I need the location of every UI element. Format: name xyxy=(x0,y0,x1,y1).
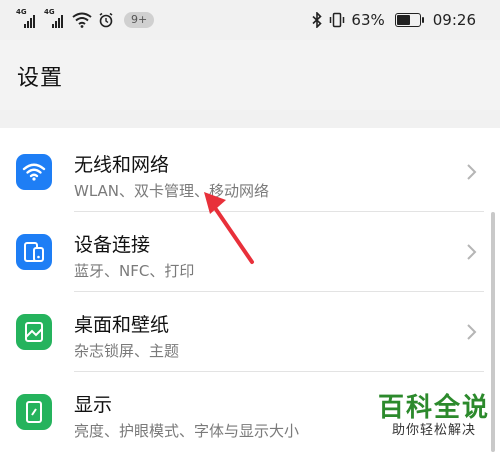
battery-level-fill xyxy=(396,15,410,25)
signal-icon: 4G xyxy=(16,8,38,28)
settings-item-subtitle: 蓝牙、NFC、打印 xyxy=(74,262,195,280)
vibrate-icon xyxy=(330,12,345,28)
chevron-right-icon xyxy=(467,244,477,260)
status-right: 63% 09:26 xyxy=(311,9,476,31)
settings-item-subtitle: WLAN、双卡管理、移动网络 xyxy=(74,182,270,200)
settings-item-label: 显示 xyxy=(74,394,113,416)
settings-item-subtitle: 亮度、护眼模式、字体与显示大小 xyxy=(74,422,300,440)
settings-item-wireless-network[interactable]: 无线和网络 WLAN、双卡管理、移动网络 xyxy=(0,132,500,212)
page-title: 设置 xyxy=(17,66,64,91)
battery-icon xyxy=(394,13,424,27)
settings-item-home-wallpaper[interactable]: 桌面和壁纸 杂志锁屏、主题 xyxy=(0,292,500,372)
signal-icon: 4G xyxy=(44,8,66,28)
chevron-right-icon xyxy=(467,324,477,340)
chevron-right-icon xyxy=(467,164,477,180)
settings-item-label: 无线和网络 xyxy=(74,154,170,176)
wallpaper-icon xyxy=(16,314,52,350)
bluetooth-icon xyxy=(312,12,323,28)
settings-item-device-connection[interactable]: 设备连接 蓝牙、NFC、打印 xyxy=(0,212,500,292)
watermark-tagline: 助你轻松解决 xyxy=(391,423,476,438)
notification-count-badge: 9+ xyxy=(124,12,155,28)
watermark-logo: 百科全说 助你轻松解决 xyxy=(374,393,494,439)
wifi-icon xyxy=(16,154,52,190)
device-connect-icon xyxy=(16,234,52,270)
settings-item-label: 桌面和壁纸 xyxy=(74,314,170,336)
wifi-icon xyxy=(72,12,92,28)
status-bar: 4G 4G 9+ 63% 09:26 xyxy=(0,0,500,40)
battery-percent: 63% xyxy=(351,11,385,29)
status-left: 4G 4G 9+ xyxy=(16,8,155,31)
watermark-title: 百科全说 xyxy=(377,393,490,423)
alarm-icon xyxy=(99,12,113,28)
settings-item-label: 设备连接 xyxy=(74,234,151,256)
settings-item-subtitle: 杂志锁屏、主题 xyxy=(74,342,180,360)
header xyxy=(0,40,500,110)
display-icon xyxy=(16,394,52,430)
clock: 09:26 xyxy=(432,11,476,29)
